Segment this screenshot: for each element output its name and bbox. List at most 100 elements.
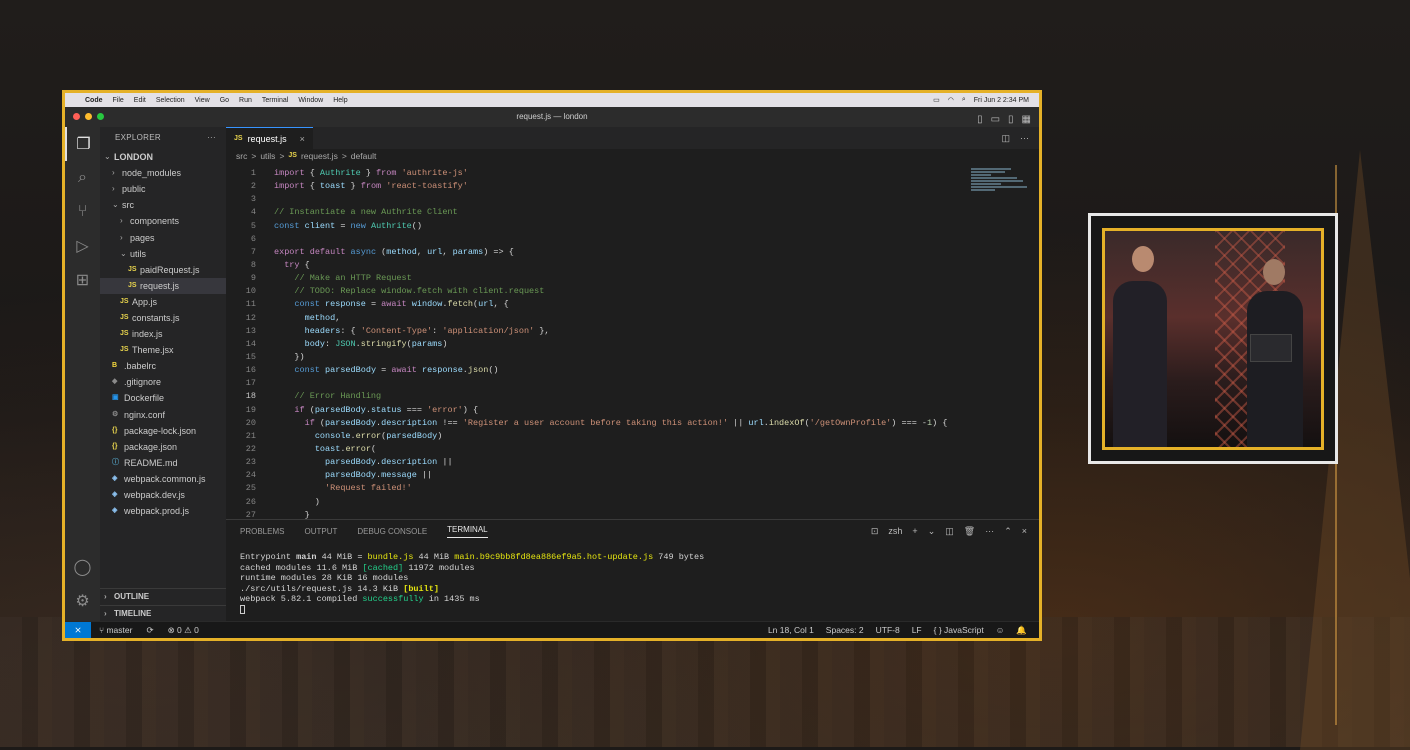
tree-root[interactable]: ⌄ LONDON: [100, 149, 226, 165]
code-line[interactable]: 26 ): [226, 496, 969, 509]
tree-folder[interactable]: ⌄ src: [100, 197, 226, 213]
tree-file[interactable]: ◈ webpack.prod.js: [100, 503, 226, 519]
clock[interactable]: Fri Jun 2 2:34 PM: [974, 97, 1029, 104]
tree-file[interactable]: JS App.js: [100, 294, 226, 310]
close-panel-icon[interactable]: ×: [1022, 526, 1027, 536]
branch-indicator[interactable]: ⑂ master: [99, 625, 132, 636]
menu-selection[interactable]: Selection: [156, 97, 185, 104]
code-line[interactable]: 23 parsedBody.description ||: [226, 456, 969, 469]
code-line[interactable]: 20 if (parsedBody.description !== 'Regis…: [226, 417, 969, 430]
code-line[interactable]: 15 }): [226, 351, 969, 364]
close-tab-icon[interactable]: ×: [300, 134, 305, 144]
search-icon[interactable]: ⌕: [962, 96, 966, 104]
tab-request-js[interactable]: JS request.js ×: [226, 127, 313, 149]
code-line[interactable]: 8 try {: [226, 259, 969, 272]
menu-app-name[interactable]: Code: [85, 97, 103, 104]
code-line[interactable]: 11 const response = await window.fetch(u…: [226, 298, 969, 311]
minimap[interactable]: [971, 167, 1031, 207]
tree-file[interactable]: JS index.js: [100, 326, 226, 342]
sync-icon[interactable]: ⟳: [146, 625, 153, 636]
terminal-shell-name[interactable]: zsh: [888, 526, 902, 536]
notifications-bell-icon[interactable]: 🔔: [1016, 625, 1027, 636]
code-line[interactable]: 14 body: JSON.stringify(params): [226, 338, 969, 351]
more-actions-icon[interactable]: ···: [985, 526, 994, 536]
terminal-cursor[interactable]: [240, 604, 1039, 616]
maximize-window-button[interactable]: [97, 113, 104, 120]
explorer-icon[interactable]: ❐: [65, 127, 100, 161]
code-line[interactable]: 13 headers: { 'Content-Type': 'applicati…: [226, 325, 969, 338]
timeline-section[interactable]: › TIMELINE: [100, 605, 226, 622]
indentation[interactable]: Spaces: 2: [826, 625, 864, 636]
chevron-down-icon[interactable]: ⌄: [928, 526, 936, 537]
menu-window[interactable]: Window: [298, 97, 323, 104]
code-line[interactable]: 21 console.error(parsedBody): [226, 430, 969, 443]
new-terminal-icon[interactable]: +: [912, 526, 917, 536]
tree-file[interactable]: JS Theme.jsx: [100, 342, 226, 358]
tree-folder[interactable]: › components: [100, 213, 226, 229]
code-line[interactable]: 22 toast.error(: [226, 443, 969, 456]
code-line[interactable]: 17: [226, 377, 969, 390]
end-of-line[interactable]: LF: [912, 625, 922, 636]
code-line[interactable]: 19 if (parsedBody.status === 'error') {: [226, 404, 969, 417]
outline-section[interactable]: › OUTLINE: [100, 588, 226, 605]
menu-terminal[interactable]: Terminal: [262, 97, 288, 104]
encoding[interactable]: UTF-8: [876, 625, 900, 636]
close-window-button[interactable]: [73, 113, 80, 120]
tree-file[interactable]: ▣ Dockerfile: [100, 390, 226, 406]
tree-file[interactable]: {} package.json: [100, 439, 226, 455]
code-line[interactable]: 18 // Error Handling: [226, 390, 969, 403]
more-actions-icon[interactable]: ···: [1020, 133, 1029, 143]
tree-folder[interactable]: › node_modules: [100, 165, 226, 181]
menu-run[interactable]: Run: [239, 97, 252, 104]
menu-file[interactable]: File: [113, 97, 124, 104]
tree-file[interactable]: JS constants.js: [100, 310, 226, 326]
problems-indicator[interactable]: ⊗ 0 ⚠ 0: [168, 625, 199, 636]
more-actions-icon[interactable]: ···: [207, 127, 226, 149]
menu-view[interactable]: View: [195, 97, 210, 104]
tree-file[interactable]: {} package-lock.json: [100, 423, 226, 439]
search-view-icon[interactable]: ⌕: [65, 161, 100, 195]
tree-folder[interactable]: ⌄ utils: [100, 246, 226, 262]
tree-file[interactable]: ⓘ README.md: [100, 455, 226, 471]
maximize-panel-icon[interactable]: ⌃: [1004, 526, 1012, 537]
settings-gear-icon[interactable]: ⚙: [65, 584, 100, 618]
tree-file[interactable]: ◆ .gitignore: [100, 374, 226, 390]
tab-debug-console[interactable]: DEBUG CONSOLE: [357, 527, 427, 536]
code-line[interactable]: 25 'Request failed!': [226, 482, 969, 495]
tab-output[interactable]: OUTPUT: [304, 527, 337, 536]
battery-icon[interactable]: ▭: [933, 96, 940, 104]
code-line[interactable]: 16 const parsedBody = await response.jso…: [226, 364, 969, 377]
tree-file[interactable]: ◈ webpack.common.js: [100, 471, 226, 487]
code-line[interactable]: 12 method,: [226, 312, 969, 325]
code-line[interactable]: 7 export default async (method, url, para…: [226, 246, 969, 259]
extensions-icon[interactable]: ⊞: [65, 263, 100, 297]
code-line[interactable]: 9 // Make an HTTP Request: [226, 272, 969, 285]
breadcrumb-src[interactable]: src: [236, 149, 247, 163]
code-line[interactable]: 2 import { toast } from 'react-toastify': [226, 180, 969, 193]
source-control-icon[interactable]: ⑂: [65, 195, 100, 229]
feedback-icon[interactable]: ☺: [996, 625, 1005, 636]
language-mode[interactable]: { } JavaScript: [934, 625, 984, 636]
split-editor-icon[interactable]: ◫: [1001, 133, 1010, 144]
code-line[interactable]: 6: [226, 233, 969, 246]
tree-file[interactable]: JS paidRequest.js: [100, 262, 226, 278]
code-line[interactable]: 1 import { Authrite } from 'authrite-js': [226, 167, 969, 180]
tree-file[interactable]: ⚙ nginx.conf: [100, 407, 226, 423]
minimize-window-button[interactable]: [85, 113, 92, 120]
tree-file[interactable]: JS request.js: [100, 277, 226, 294]
code-line[interactable]: 5 const client = new Authrite(): [226, 220, 969, 233]
tab-terminal[interactable]: TERMINAL: [447, 525, 488, 538]
remote-icon[interactable]: ⨯: [65, 622, 91, 638]
breadcrumb-symbol[interactable]: default: [351, 149, 377, 163]
tree-folder[interactable]: › pages: [100, 229, 226, 245]
cursor-position[interactable]: Ln 18, Col 1: [768, 625, 814, 636]
menu-help[interactable]: Help: [333, 97, 347, 104]
breadcrumb-utils[interactable]: utils: [260, 149, 275, 163]
trash-icon[interactable]: 🗑: [964, 526, 975, 537]
code-editor[interactable]: 1 import { Authrite } from 'authrite-js' 2…: [226, 167, 969, 522]
code-line[interactable]: 24 parsedBody.message ||: [226, 469, 969, 482]
run-debug-icon[interactable]: ▷: [65, 229, 100, 263]
wifi-icon[interactable]: ◠: [948, 96, 954, 104]
code-line[interactable]: 3: [226, 193, 969, 206]
terminal-output[interactable]: Entrypoint main 44 MiB = bundle.js 44 Mi…: [226, 542, 1039, 616]
